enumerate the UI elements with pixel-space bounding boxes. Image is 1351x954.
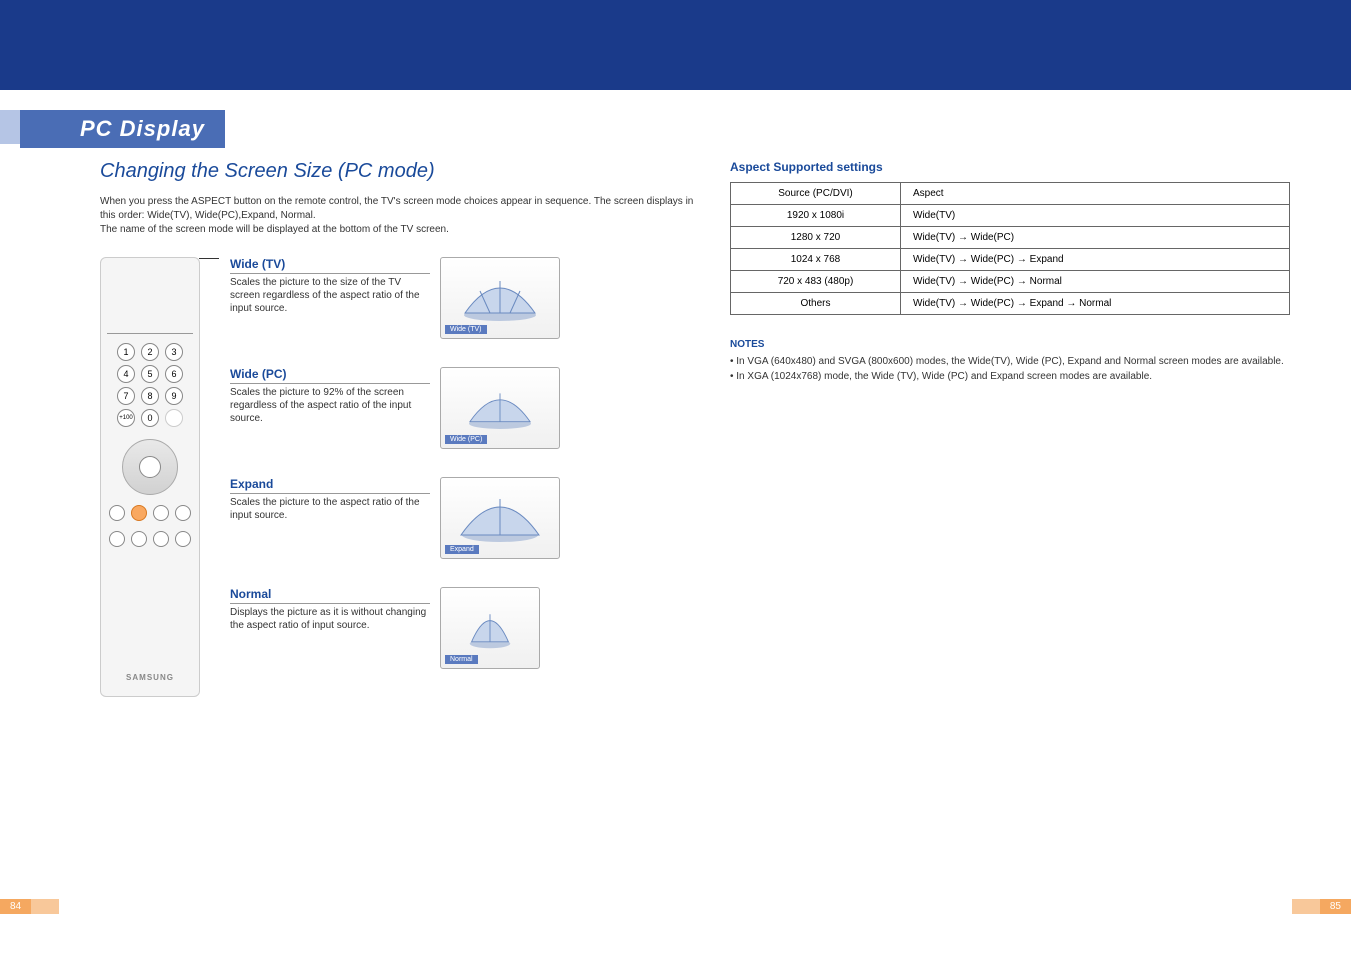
notes-item: In XGA (1024x768) mode, the Wide (TV), W… [730,369,1290,384]
remote-favch-btn [153,531,169,547]
remote-key-8: 8 [141,387,159,405]
mode-preview-normal: Normal [440,587,540,669]
table-row: 1920 x 1080i Wide(TV) [731,205,1290,227]
remote-dpad [110,427,189,506]
remote-key-6: 6 [165,365,183,383]
remote-key-4: 4 [117,365,135,383]
remote-key-3: 3 [165,343,183,361]
header-bar [0,0,1351,90]
right-page-content: Aspect Supported settings Source (PC/DVI… [730,160,1290,384]
mode-desc: Displays the picture as it is without ch… [230,606,430,632]
remote-display-btn [109,505,125,521]
page-heading: Changing the Screen Size (PC mode) [100,160,700,183]
section-tab: PC Display [20,110,225,148]
remote-key-1: 1 [117,343,135,361]
remote-key-0: 0 [141,409,159,427]
remote-key-blank [165,409,183,427]
intro-line-1: When you press the ASPECT button on the … [100,196,693,221]
aspect-table: Source (PC/DVI) Aspect 1920 x 1080i Wide… [730,182,1290,315]
mode-tag: Wide (TV) [445,325,487,334]
remote-key-plus100: +100 [117,409,135,427]
remote-key-7: 7 [117,387,135,405]
mode-normal: Normal Displays the picture as it is wit… [230,587,700,669]
modes-wrapper: 1 2 3 4 5 6 7 8 9 +100 0 [100,257,700,697]
mode-title: Wide (PC) [230,367,430,384]
fan-icon [459,385,541,431]
mode-preview-expand: Expand [440,477,560,559]
table-cell-aspect: Wide(TV) → Wide(PC) → Expand → Normal [901,293,1290,315]
table-row: 1024 x 768 Wide(TV) → Wide(PC) → Expand [731,249,1290,271]
table-cell-source: Others [731,293,901,315]
callout-line [199,258,219,259]
table-cell-source: 720 x 483 (480p) [731,271,901,293]
mode-title: Normal [230,587,430,604]
remote-aspect-btn [131,505,147,521]
remote-still-btn [175,531,191,547]
left-page-content: Changing the Screen Size (PC mode) When … [100,160,700,697]
mode-desc: Scales the picture to 92% of the screen … [230,386,430,425]
table-header-row: Source (PC/DVI) Aspect [731,183,1290,205]
table-cell-source: 1920 x 1080i [731,205,901,227]
remote-key-2: 2 [141,343,159,361]
remote-mts-btn [131,531,147,547]
notes-list: In VGA (640x480) and SVGA (800x600) mode… [730,354,1290,384]
fan-icon [460,605,520,651]
mode-wide-tv: Wide (TV) Scales the picture to the size… [230,257,700,339]
remote-brand-logo: SAMSUNG [126,673,174,682]
table-cell-source: 1280 x 720 [731,227,901,249]
table-row: 720 x 483 (480p) Wide(TV) → Wide(PC) → N… [731,271,1290,293]
notes-title: NOTES [730,339,1290,350]
notes-item: In VGA (640x480) and SVGA (800x600) mode… [730,354,1290,369]
remote-column: 1 2 3 4 5 6 7 8 9 +100 0 [100,257,210,697]
remote-pip-btn [175,505,191,521]
intro-line-2: The name of the screen mode will be disp… [100,224,449,235]
mode-expand: Expand Scales the picture to the aspect … [230,477,700,559]
remote-surround-btn [109,531,125,547]
table-cell-aspect: Wide(TV) → Wide(PC) → Expand [901,249,1290,271]
mode-tag: Wide (PC) [445,435,487,444]
remote-illustration: 1 2 3 4 5 6 7 8 9 +100 0 [100,257,200,697]
remote-key-5: 5 [141,365,159,383]
mode-preview-wide-pc: Wide (PC) [440,367,560,449]
mode-tag: Expand [445,545,479,554]
table-row: 1280 x 720 Wide(TV) → Wide(PC) [731,227,1290,249]
mode-wide-pc: Wide (PC) Scales the picture to 92% of t… [230,367,700,449]
table-row: Others Wide(TV) → Wide(PC) → Expand → No… [731,293,1290,315]
mode-title: Expand [230,477,430,494]
table-cell-aspect: Wide(TV) → Wide(PC) [901,227,1290,249]
mode-title: Wide (TV) [230,257,430,274]
page-number-right: 85 [1320,899,1351,914]
mode-desc: Scales the picture to the aspect ratio o… [230,496,430,522]
table-cell-aspect: Wide(TV) [901,205,1290,227]
mode-tag: Normal [445,655,478,664]
intro-text: When you press the ASPECT button on the … [100,195,700,237]
table-header-source: Source (PC/DVI) [731,183,901,205]
fan-icon [455,273,545,323]
mode-desc: Scales the picture to the size of the TV… [230,276,430,315]
remote-dnie-btn [153,505,169,521]
table-header-aspect: Aspect [901,183,1290,205]
table-cell-source: 1024 x 768 [731,249,901,271]
page-number-left: 84 [0,899,31,914]
mode-preview-wide-tv: Wide (TV) [440,257,560,339]
fan-icon [455,493,545,543]
remote-key-9: 9 [165,387,183,405]
aspect-heading: Aspect Supported settings [730,160,1290,174]
table-cell-aspect: Wide(TV) → Wide(PC) → Normal [901,271,1290,293]
modes-column: Wide (TV) Scales the picture to the size… [230,257,700,697]
